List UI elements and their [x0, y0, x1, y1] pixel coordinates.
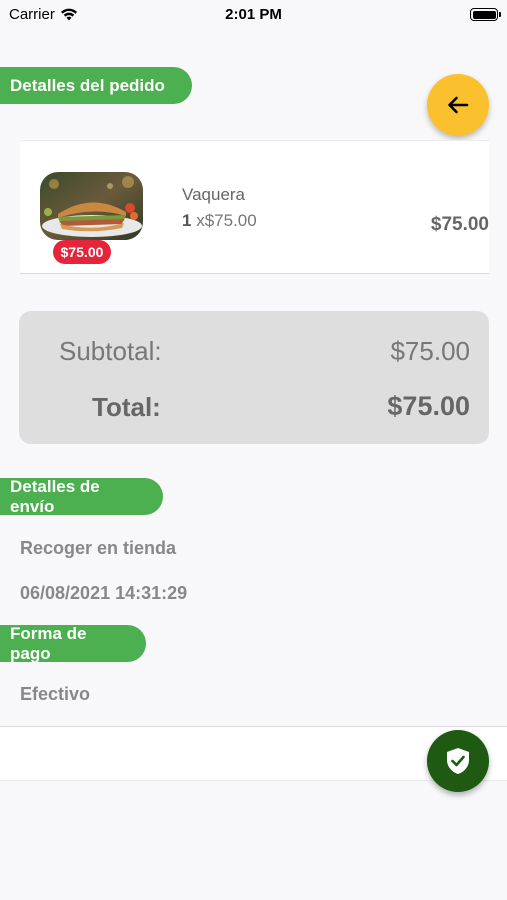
item-unit-price: x$75.00: [196, 211, 257, 230]
subtotal-label: Subtotal:: [59, 336, 162, 366]
shipping-details-title: Detalles de envío: [10, 476, 100, 516]
total-label: Total:: [92, 392, 161, 422]
item-total: $75.00: [430, 214, 489, 235]
item-quantity-line: 1 x$75.00: [182, 211, 257, 231]
battery-icon: [470, 8, 501, 21]
total-value: $75.00: [387, 391, 470, 421]
arrow-left-icon: [448, 96, 469, 114]
shipping-method: Recoger en tienda: [20, 538, 177, 558]
status-time: 2:01 PM: [225, 6, 282, 23]
item-image: [40, 172, 143, 240]
payment-method-header: Forma de pago: [0, 623, 146, 663]
item-name: Vaquera: [182, 185, 246, 204]
order-details-header: Detalles del pedido: [0, 67, 192, 104]
payment-method: Efectivo: [20, 684, 91, 704]
order-details-title: Detalles del pedido: [10, 75, 165, 95]
order-datetime: 06/08/2021 14:31:29: [20, 583, 188, 603]
shipping-details-header: Detalles de envío: [0, 476, 163, 516]
order-item-card[interactable]: $75.00 Vaquera 1 x$75.00 $75.00: [20, 140, 489, 274]
back-button[interactable]: [427, 74, 489, 136]
shield-check-icon: [447, 748, 469, 774]
totals-summary: Subtotal: $75.00 Total: $75.00: [19, 311, 489, 444]
status-bar: Carrier 2:01 PM: [0, 0, 507, 30]
item-price-badge: $75.00: [53, 240, 111, 264]
item-quantity: 1: [182, 211, 192, 230]
confirm-order-button[interactable]: [427, 730, 489, 792]
subtotal-value: $75.00: [390, 336, 470, 366]
payment-method-title: Forma de pago: [10, 623, 87, 663]
